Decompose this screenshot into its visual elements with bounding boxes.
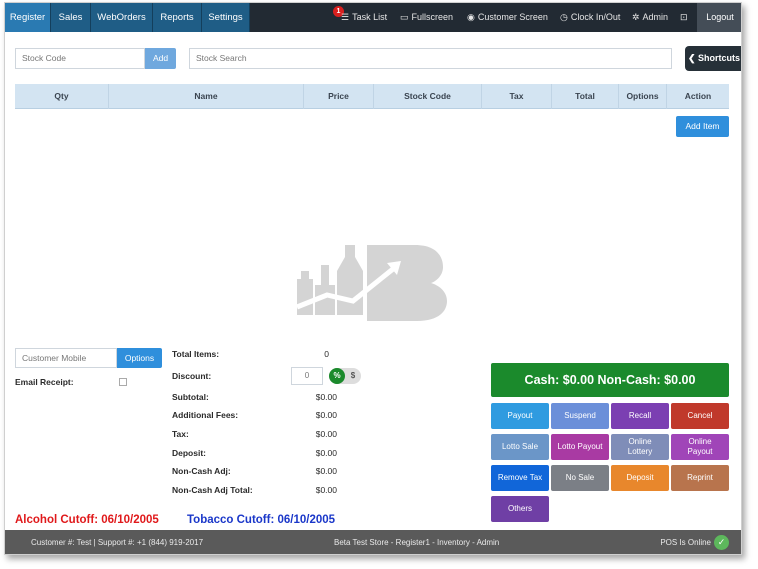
deposit-button[interactable]: Deposit [611, 465, 669, 491]
tab-settings[interactable]: Settings [202, 3, 250, 32]
monitor-icon: ▭ [400, 12, 409, 22]
non-cash-adj-value: $0.00 [315, 466, 337, 476]
customer-screen-label: Customer Screen [477, 12, 548, 22]
cash-summary: Cash: $0.00 Non-Cash: $0.00 [491, 363, 729, 397]
col-name: Name [109, 84, 304, 109]
eye-icon: ◉ [467, 12, 475, 22]
list-icon: ☰ [341, 12, 350, 22]
tab-reports[interactable]: Reports [153, 3, 202, 32]
total-items-label: Total Items: [172, 349, 220, 359]
logout-icon-link[interactable]: ⊡ [680, 3, 691, 32]
online-status: POS Is Online ✓ [660, 530, 729, 554]
percent-option[interactable]: % [329, 368, 345, 384]
tobacco-cutoff: Tobacco Cutoff: 06/10/2005 [187, 514, 336, 526]
admin-link[interactable]: ✲ Admin [632, 3, 668, 32]
store-logo [297, 245, 447, 321]
others-button[interactable]: Others [491, 496, 549, 522]
discount-type-toggle[interactable]: % $ [329, 368, 361, 384]
support-info: Customer #: Test | Support #: +1 (844) 9… [31, 538, 204, 547]
task-list-label: Task List [352, 12, 388, 22]
tax-value: $0.00 [315, 429, 337, 439]
tab-register[interactable]: Register [5, 3, 51, 32]
discount-label: Discount: [172, 371, 212, 381]
top-nav: Register Sales WebOrders Reports Setting… [5, 3, 741, 32]
subtotal-label: Subtotal: [172, 392, 209, 402]
col-total: Total [552, 84, 619, 109]
online-lottery-button[interactable]: Online Lottery [611, 434, 669, 460]
clock-in-out-link[interactable]: ◷ Clock In/Out [560, 3, 620, 32]
col-tax: Tax [482, 84, 552, 109]
deposit-value: $0.00 [315, 448, 337, 458]
col-action: Action [684, 91, 712, 101]
fullscreen-label: Fullscreen [411, 12, 454, 22]
email-receipt-label: Email Receipt: [15, 377, 74, 387]
customer-options-button[interactable]: Options [117, 348, 162, 368]
alcohol-cutoff: Alcohol Cutoff: 06/10/2005 [15, 514, 159, 526]
no-sale-button[interactable]: No Sale [551, 465, 609, 491]
stock-code-input[interactable]: Stock Code [15, 48, 145, 69]
additional-fees-value: $0.00 [315, 410, 337, 420]
store-info: Beta Test Store - Register1 - Inventory … [334, 538, 500, 547]
col-stock-code: Stock Code [374, 84, 482, 109]
cart-table-header: Qty Name Price Stock Code Tax Total Opti… [15, 84, 729, 109]
col-options: Options [619, 84, 667, 109]
discount-input[interactable]: 0 [291, 367, 323, 385]
customer-screen-link[interactable]: ◉ Customer Screen [467, 3, 548, 32]
deposit-label: Deposit: [172, 448, 206, 458]
non-cash-adj-total-value: $0.00 [315, 485, 337, 495]
shortcuts-button[interactable]: ❮ Shortcuts [685, 46, 741, 71]
lotto-payout-button[interactable]: Lotto Payout [551, 434, 609, 460]
col-qty: Qty [15, 84, 109, 109]
gear-icon: ✲ [632, 12, 640, 22]
lotto-sale-button[interactable]: Lotto Sale [491, 434, 549, 460]
clock-label: Clock In/Out [570, 12, 621, 22]
status-bar: Customer #: Test | Support #: +1 (844) 9… [5, 530, 741, 554]
task-list-link[interactable]: ☰ Task List [341, 3, 387, 32]
chevron-left-icon: ❮ [687, 53, 699, 63]
admin-label: Admin [642, 12, 669, 22]
pos-window: Register Sales WebOrders Reports Setting… [4, 2, 742, 555]
tab-sales[interactable]: Sales [51, 3, 91, 32]
cancel-button[interactable]: Cancel [671, 403, 729, 429]
payout-button[interactable]: Payout [491, 403, 549, 429]
col-price: Price [304, 84, 374, 109]
non-cash-adj-total-label: Non-Cash Adj Total: [172, 485, 253, 495]
customer-mobile-input[interactable]: Customer Mobile [15, 348, 117, 368]
tax-label: Tax: [172, 429, 189, 439]
online-status-label: POS Is Online [660, 538, 711, 547]
non-cash-adj-label: Non-Cash Adj: [172, 466, 231, 476]
shortcuts-label: Shortcuts [698, 53, 741, 63]
check-icon: ✓ [714, 535, 729, 551]
online-payout-button[interactable]: Online Payout [671, 434, 729, 460]
additional-fees-label: Additional Fees: [172, 410, 239, 420]
clock-icon: ◷ [560, 12, 568, 22]
add-item-button[interactable]: Add Item [676, 116, 729, 137]
reprint-button[interactable]: Reprint [671, 465, 729, 491]
total-items-value: 0 [324, 349, 329, 359]
stock-search-input[interactable]: Stock Search [189, 48, 672, 69]
add-stock-button[interactable]: Add [145, 48, 176, 69]
remove-tax-button[interactable]: Remove Tax [491, 465, 549, 491]
tab-weborders[interactable]: WebOrders [91, 3, 153, 32]
suspend-button[interactable]: Suspend [551, 403, 609, 429]
subtotal-value: $0.00 [315, 392, 337, 402]
logout-icon: ⊡ [680, 12, 688, 22]
logout-button[interactable]: Logout [697, 3, 741, 32]
fullscreen-link[interactable]: ▭ Fullscreen [400, 3, 453, 32]
recall-button[interactable]: Recall [611, 403, 669, 429]
email-receipt-checkbox[interactable] [119, 378, 127, 386]
dollar-option[interactable]: $ [345, 368, 361, 384]
